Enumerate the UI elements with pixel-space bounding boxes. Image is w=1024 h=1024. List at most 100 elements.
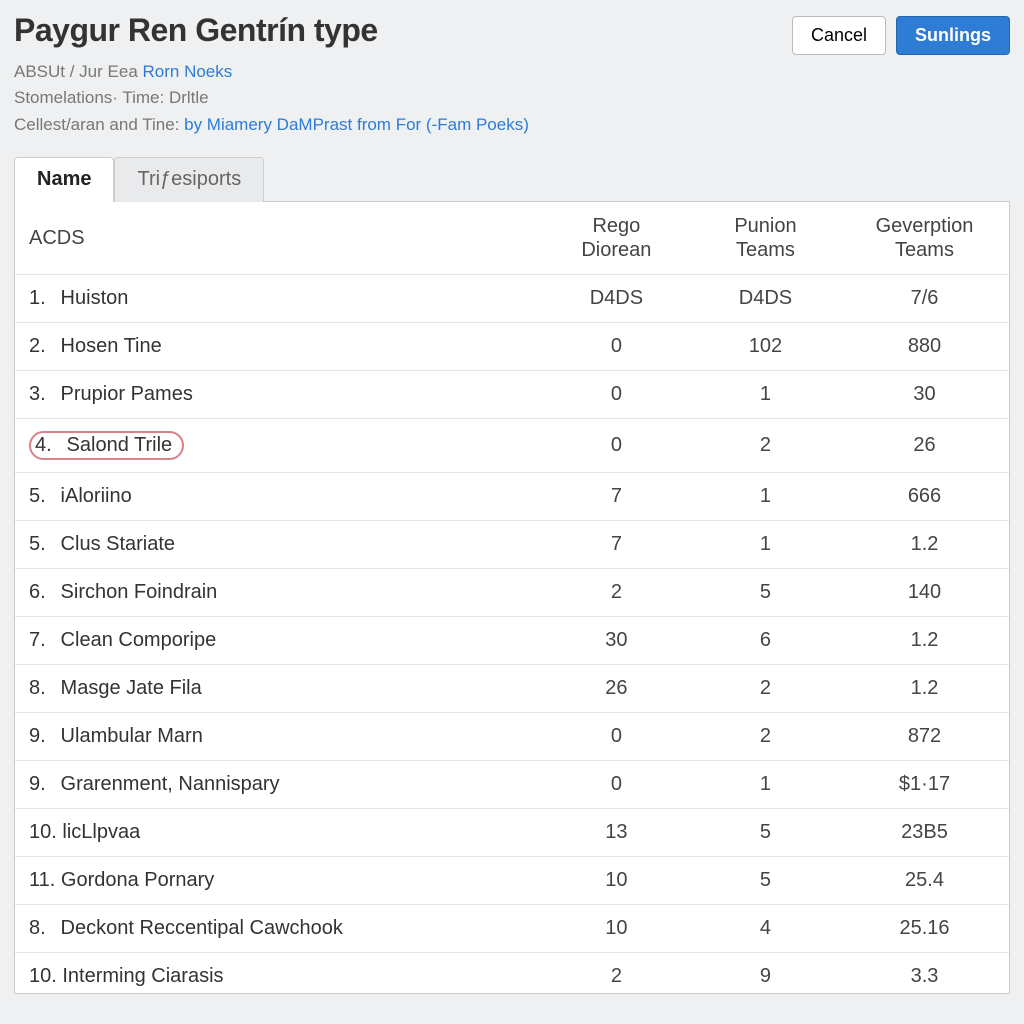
row-value-b: 2 (542, 953, 691, 995)
table-scroll[interactable]: ACDS Rego Diorean Punion Teams Geverptio… (14, 202, 1010, 994)
table-row[interactable]: 5. iAloriino71666 (15, 473, 1009, 521)
table-row[interactable]: 9. Grarenment, Nannispary01$1·17 (15, 761, 1009, 809)
row-value-c: 2 (691, 713, 840, 761)
table-row[interactable]: 9. Ulambular Marn02872 (15, 713, 1009, 761)
table-row[interactable]: 10. licLlpvaa13523B5 (15, 809, 1009, 857)
row-value-d: $1·17 (840, 761, 1009, 809)
row-value-c: 5 (691, 809, 840, 857)
row-name-cell: 11. Gordona Pornary (15, 857, 542, 905)
submit-button[interactable]: Sunlings (896, 16, 1010, 55)
row-index: 10. (29, 965, 57, 988)
row-value-b: D4DS (542, 275, 691, 323)
row-index: 2. (29, 335, 55, 358)
row-value-d: 23B5 (840, 809, 1009, 857)
header-actions: Cancel Sunlings (792, 16, 1010, 55)
table-row[interactable]: 6. Sirchon Foindrain25140 (15, 569, 1009, 617)
row-index: 3. (29, 383, 55, 406)
row-name-cell: 9. Ulambular Marn (15, 713, 542, 761)
row-value-c: 1 (691, 761, 840, 809)
row-index: 10. (29, 821, 57, 844)
table-row[interactable]: 8. Deckont Reccentipal Cawchook10425.16 (15, 905, 1009, 953)
table-row[interactable]: 8. Masge Jate Fila2621.2 (15, 665, 1009, 713)
row-name-cell: 1. Huiston (15, 275, 542, 323)
row-name-cell: 4. Salond Trile (15, 419, 542, 473)
row-value-d: 880 (840, 323, 1009, 371)
tabs: NameTriƒesiports (14, 156, 1010, 202)
table-row[interactable]: 10. Interming Ciarasis293.3 (15, 953, 1009, 995)
row-name-cell: 2. Hosen Tine (15, 323, 542, 371)
data-table: ACDS Rego Diorean Punion Teams Geverptio… (15, 202, 1009, 994)
row-index: 9. (29, 773, 55, 796)
row-value-d: 1.2 (840, 617, 1009, 665)
row-value-d: 1.2 (840, 665, 1009, 713)
row-index: 8. (29, 917, 55, 940)
row-value-c: 9 (691, 953, 840, 995)
tab-0[interactable]: Name (14, 157, 114, 202)
table-row[interactable]: 7. Clean Comporipe3061.2 (15, 617, 1009, 665)
row-index: 11. (29, 869, 55, 892)
row-value-b: 10 (542, 857, 691, 905)
row-value-d: 1.2 (840, 521, 1009, 569)
row-name-cell: 6. Sirchon Foindrain (15, 569, 542, 617)
row-value-d: 3.3 (840, 953, 1009, 995)
table-row[interactable]: 5. Clus Stariate711.2 (15, 521, 1009, 569)
row-index: 5. (29, 533, 55, 556)
row-index: 7. (29, 629, 55, 652)
row-value-c: 5 (691, 857, 840, 905)
row-value-b: 0 (542, 713, 691, 761)
circled-highlight: 4. Salond Trile (29, 431, 184, 460)
row-value-c: 1 (691, 521, 840, 569)
row-value-b: 7 (542, 473, 691, 521)
row-value-b: 7 (542, 521, 691, 569)
table-row[interactable]: 4. Salond Trile 0226 (15, 419, 1009, 473)
row-name-cell: 7. Clean Comporipe (15, 617, 542, 665)
row-value-b: 2 (542, 569, 691, 617)
row-name-cell: 3. Prupior Pames (15, 371, 542, 419)
row-index: 6. (29, 581, 55, 604)
row-index: 9. (29, 725, 55, 748)
meta-line3-prefix: Cellest/aran and Tine: (14, 115, 184, 134)
row-name-cell: 10. Interming Ciarasis (15, 953, 542, 995)
row-value-d: 30 (840, 371, 1009, 419)
row-value-b: 0 (542, 371, 691, 419)
meta-line3-link[interactable]: by Miamery DaMPrast from For (-Fam Poeks… (184, 115, 529, 134)
meta-block: ABSUt / Jur Eea Rorn Noeks Stomelations·… (14, 59, 1010, 138)
table-row[interactable]: 2. Hosen Tine0102880 (15, 323, 1009, 371)
row-value-d: 25.16 (840, 905, 1009, 953)
row-value-d: 7/6 (840, 275, 1009, 323)
row-value-d: 140 (840, 569, 1009, 617)
row-value-b: 0 (542, 323, 691, 371)
row-value-d: 25.4 (840, 857, 1009, 905)
col-header-geverption[interactable]: Geverption Teams (840, 202, 1009, 275)
col-header-name[interactable]: ACDS (15, 202, 542, 275)
row-name-cell: 5. Clus Stariate (15, 521, 542, 569)
row-value-c: 2 (691, 665, 840, 713)
table-row[interactable]: 3. Prupior Pames0130 (15, 371, 1009, 419)
row-value-c: 2 (691, 419, 840, 473)
row-name-cell: 8. Deckont Reccentipal Cawchook (15, 905, 542, 953)
row-value-b: 0 (542, 761, 691, 809)
col-header-rego[interactable]: Rego Diorean (542, 202, 691, 275)
row-value-c: 1 (691, 371, 840, 419)
row-value-d: 666 (840, 473, 1009, 521)
col-header-punion[interactable]: Punion Teams (691, 202, 840, 275)
row-value-b: 26 (542, 665, 691, 713)
meta-line1-link[interactable]: Rorn Noeks (143, 62, 233, 81)
table-row[interactable]: 11. Gordona Pornary10525.4 (15, 857, 1009, 905)
row-value-b: 13 (542, 809, 691, 857)
row-index: 1. (29, 287, 55, 310)
row-index: 8. (29, 677, 55, 700)
row-value-b: 0 (542, 419, 691, 473)
row-value-d: 872 (840, 713, 1009, 761)
row-value-b: 30 (542, 617, 691, 665)
row-value-c: 1 (691, 473, 840, 521)
row-name-cell: 9. Grarenment, Nannispary (15, 761, 542, 809)
row-value-d: 26 (840, 419, 1009, 473)
row-name-cell: 5. iAloriino (15, 473, 542, 521)
tab-1[interactable]: Triƒesiports (114, 157, 264, 202)
row-index: 4. (35, 434, 61, 457)
row-value-c: 102 (691, 323, 840, 371)
table-row[interactable]: 1. HuistonD4DSD4DS7/6 (15, 275, 1009, 323)
page-title: Paygur Ren Gentrín type (14, 12, 378, 49)
cancel-button[interactable]: Cancel (792, 16, 886, 55)
